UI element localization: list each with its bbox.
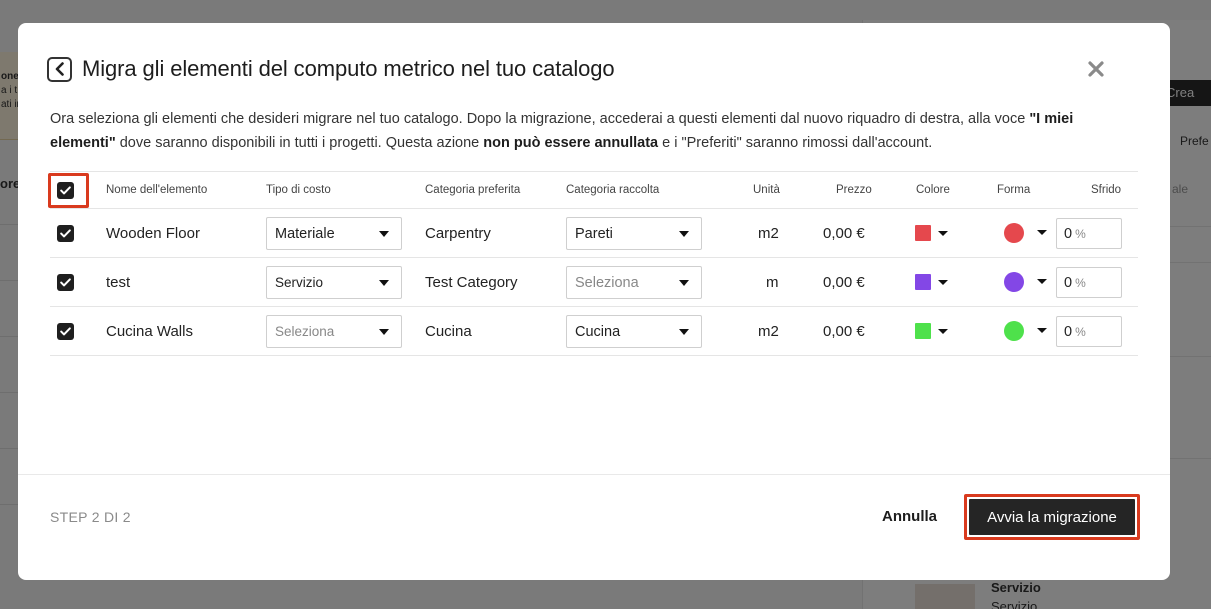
color-swatch[interactable] xyxy=(915,323,931,339)
waste-unit: % xyxy=(1075,275,1086,290)
collection-category-select[interactable]: Seleziona xyxy=(566,266,702,299)
chevron-left-icon xyxy=(55,62,64,76)
row-checkbox[interactable] xyxy=(57,322,74,340)
waste-value: 0 xyxy=(1064,225,1073,242)
header-collection-category: Categoria raccolta xyxy=(566,184,660,196)
waste-value: 0 xyxy=(1064,323,1073,340)
cost-type-select[interactable]: Servizio xyxy=(266,266,402,299)
color-caret-icon[interactable] xyxy=(938,329,948,334)
header-waste: Sfrido xyxy=(1091,184,1122,196)
shape-caret-icon[interactable] xyxy=(1037,230,1047,235)
start-migration-button[interactable]: Avvia la migrazione xyxy=(969,499,1135,535)
caret-down-icon xyxy=(679,329,689,335)
modal-header: Migra gli elementi del computo metrico n… xyxy=(47,56,615,82)
migration-modal: Migra gli elementi del computo metrico n… xyxy=(18,23,1170,580)
element-name: Cucina Walls xyxy=(106,322,193,340)
row-checkbox[interactable] xyxy=(57,273,74,291)
waste-unit: % xyxy=(1075,324,1086,339)
color-caret-icon[interactable] xyxy=(938,231,948,236)
row-checkbox-cell xyxy=(57,209,74,257)
header-unit: Unità xyxy=(753,184,780,196)
description-text: Ora seleziona gli elementi che desideri … xyxy=(50,111,1030,127)
description-bold-text: non può essere annullata xyxy=(483,135,659,151)
unit-value: m2 xyxy=(758,224,779,242)
element-name: test xyxy=(106,273,131,291)
cost-type-value: Materiale xyxy=(275,225,335,242)
select-all-checkbox[interactable] xyxy=(57,181,74,199)
element-name: Wooden Floor xyxy=(106,224,200,242)
shape-circle-icon[interactable] xyxy=(1004,223,1024,243)
check-icon xyxy=(60,228,71,237)
caret-down-icon xyxy=(679,231,689,237)
modal-footer: STEP 2 DI 2 Annulla Avvia la migrazione xyxy=(18,474,1170,580)
select-all-cell xyxy=(57,172,74,208)
header-cost-type: Tipo di costo xyxy=(266,184,331,196)
shape-caret-icon[interactable] xyxy=(1037,279,1047,284)
collection-category-select[interactable]: Cucina xyxy=(566,315,702,348)
close-button[interactable] xyxy=(1086,59,1106,79)
close-icon xyxy=(1088,61,1104,77)
description-text: dove saranno disponibili in tutti i prog… xyxy=(115,135,484,151)
header-name: Nome dell'elemento xyxy=(106,184,208,196)
row-checkbox-cell xyxy=(57,307,74,355)
shape-circle-icon[interactable] xyxy=(1004,272,1024,292)
check-icon xyxy=(60,185,71,194)
unit-value: m2 xyxy=(758,322,779,340)
shape-circle-icon[interactable] xyxy=(1004,321,1024,341)
cancel-button[interactable]: Annulla xyxy=(882,508,937,525)
back-button[interactable] xyxy=(47,56,72,82)
waste-value: 0 xyxy=(1064,274,1073,291)
shape-caret-icon[interactable] xyxy=(1037,328,1047,333)
preferred-category: Cucina xyxy=(425,322,472,340)
check-icon xyxy=(60,326,71,335)
header-shape: Forma xyxy=(997,184,1031,196)
caret-down-icon xyxy=(679,280,689,286)
row-checkbox-cell xyxy=(57,258,74,306)
price-value: 0,00 € xyxy=(823,273,865,291)
waste-input[interactable]: 0% xyxy=(1056,218,1122,249)
price-value: 0,00 € xyxy=(823,224,865,242)
color-swatch[interactable] xyxy=(915,274,931,290)
header-price: Prezzo xyxy=(836,184,872,196)
collection-category-select[interactable]: Pareti xyxy=(566,217,702,250)
step-indicator: STEP 2 DI 2 xyxy=(50,509,131,525)
table-header: Nome dell'elemento Tipo di costo Categor… xyxy=(48,171,1138,209)
caret-down-icon xyxy=(379,280,389,286)
cost-type-select[interactable]: Materiale xyxy=(266,217,402,250)
color-swatch[interactable] xyxy=(915,225,931,241)
elements-table: Nome dell'elemento Tipo di costo Categor… xyxy=(48,171,1138,356)
preferred-category: Test Category xyxy=(425,273,518,291)
unit-value: m xyxy=(766,273,779,291)
row-checkbox[interactable] xyxy=(57,224,74,242)
header-color: Colore xyxy=(916,184,950,196)
collection-category-value: Pareti xyxy=(575,225,613,242)
preferred-category: Carpentry xyxy=(425,224,491,242)
header-preferred-category: Categoria preferita xyxy=(425,184,521,196)
start-migration-highlight: Avvia la migrazione xyxy=(964,494,1140,540)
cost-type-value: Servizio xyxy=(275,275,324,290)
caret-down-icon xyxy=(379,329,389,335)
check-icon xyxy=(60,277,71,286)
modal-title: Migra gli elementi del computo metrico n… xyxy=(82,56,615,81)
description-text: e i "Preferiti" saranno rimossi dall'acc… xyxy=(658,135,933,151)
waste-unit: % xyxy=(1075,226,1086,241)
waste-input[interactable]: 0% xyxy=(1056,316,1122,347)
waste-input[interactable]: 0% xyxy=(1056,267,1122,298)
cost-type-select[interactable]: Seleziona xyxy=(266,315,402,348)
cost-type-placeholder: Seleziona xyxy=(275,324,335,339)
table-row: Cucina Walls Seleziona Cucina Cucina m2 … xyxy=(50,307,1138,356)
price-value: 0,00 € xyxy=(823,322,865,340)
collection-category-placeholder: Seleziona xyxy=(575,274,639,291)
collection-category-value: Cucina xyxy=(575,323,621,340)
modal-description: Ora seleziona gli elementi che desideri … xyxy=(50,107,1140,155)
table-row: test Servizio Test Category Seleziona m … xyxy=(50,258,1138,307)
table-row: Wooden Floor Materiale Carpentry Pareti … xyxy=(50,209,1138,258)
color-caret-icon[interactable] xyxy=(938,280,948,285)
caret-down-icon xyxy=(379,231,389,237)
